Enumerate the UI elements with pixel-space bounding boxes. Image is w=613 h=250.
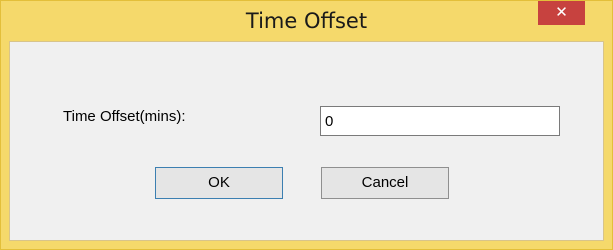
cancel-button[interactable]: Cancel	[321, 167, 449, 199]
dialog-title: Time Offset	[245, 9, 368, 33]
title-bar[interactable]: Time Offset ✕	[1, 1, 612, 39]
close-button[interactable]: ✕	[538, 1, 585, 25]
dialog-window: Time Offset ✕ Time Offset(mins): OK Canc…	[0, 0, 613, 250]
close-icon: ✕	[555, 3, 568, 21]
time-offset-label: Time Offset(mins):	[63, 108, 186, 125]
dialog-content: Time Offset(mins): OK Cancel	[9, 41, 604, 241]
ok-button[interactable]: OK	[155, 167, 283, 199]
time-offset-input[interactable]	[320, 106, 560, 136]
